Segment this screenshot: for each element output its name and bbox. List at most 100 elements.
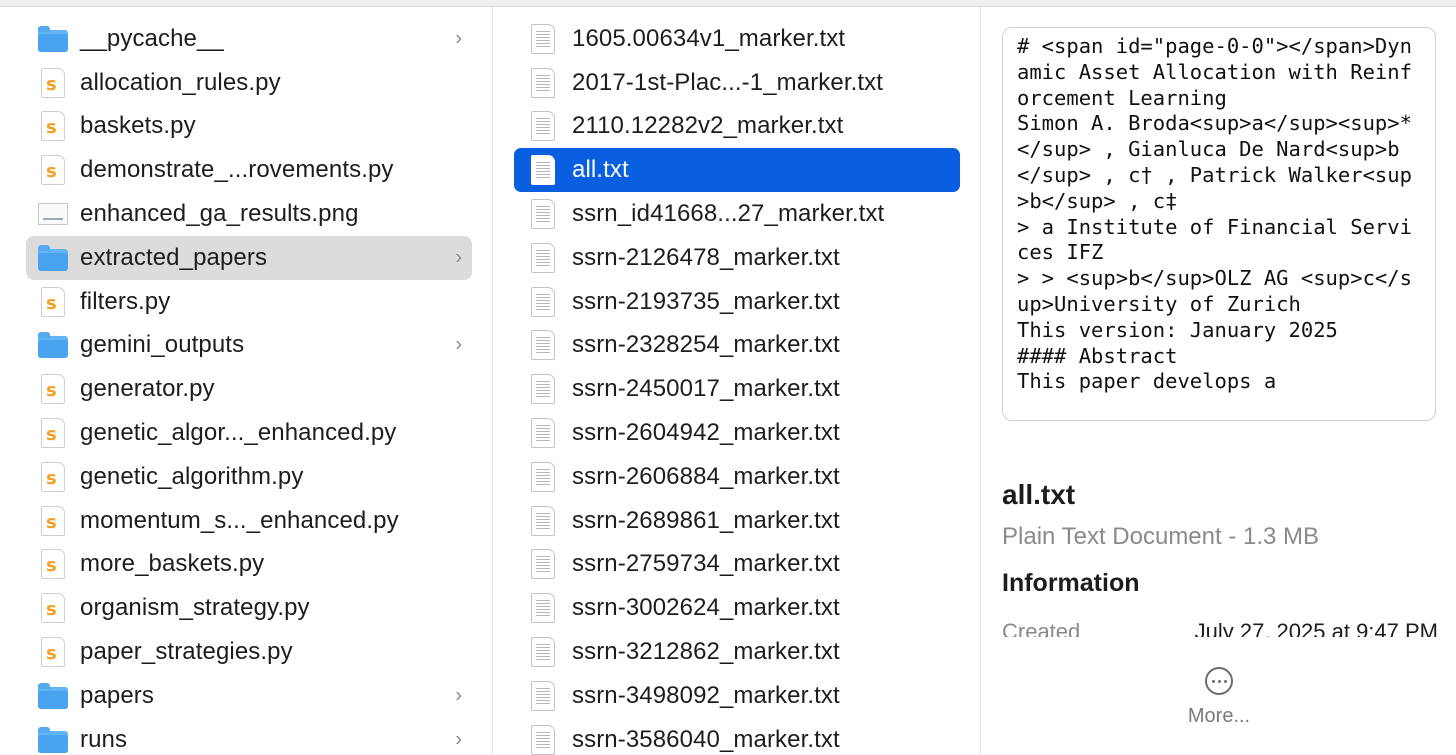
list-item[interactable]: s organism_strategy.py	[26, 586, 472, 630]
list-item[interactable]: s baskets.py	[26, 105, 472, 149]
item-label: ssrn-2606884_marker.txt	[572, 462, 840, 490]
list-item[interactable]: s genetic_algorithm.py	[26, 455, 472, 499]
list-item[interactable]: 1605.00634v1_marker.txt	[514, 17, 960, 61]
item-label: generator.py	[80, 375, 215, 403]
item-label: 1605.00634v1_marker.txt	[572, 24, 846, 52]
list-item[interactable]: s momentum_s..._enhanced.py	[26, 499, 472, 543]
text-file-icon	[528, 680, 558, 711]
chevron-right-icon: ›	[455, 246, 462, 269]
text-file-icon	[528, 505, 558, 536]
item-label: 2110.12282v2_marker.txt	[572, 112, 844, 140]
preview-file-kind-size: Plain Text Document - 1.3 MB	[1002, 523, 1320, 550]
text-file-icon	[528, 637, 558, 668]
list-item[interactable]: gemini_outputs ›	[26, 324, 472, 368]
list-item[interactable]: ssrn-2193735_marker.txt	[514, 280, 960, 324]
more-label: More...	[1187, 705, 1251, 727]
list-item[interactable]: runs ›	[26, 718, 472, 755]
list-item[interactable]: ssrn-2604942_marker.txt	[514, 411, 960, 455]
preview-text: # <span id="page-0-0"></span>Dynamic Ass…	[1017, 34, 1412, 394]
column-extracted-papers[interactable]: 1605.00634v1_marker.txt 2017-1st-Plac...-…	[493, 7, 980, 755]
item-label: ssrn_id41668...27_marker.txt	[572, 200, 885, 228]
file-list-parent: __pycache__ › s allocation_rules.py s baskets…	[0, 17, 492, 755]
image-file-icon	[38, 199, 68, 229]
list-item[interactable]: papers ›	[26, 674, 472, 718]
text-file-icon	[528, 23, 558, 54]
text-file-icon	[528, 242, 558, 273]
list-item[interactable]: enhanced_ga_results.png	[26, 192, 472, 236]
text-file-icon	[528, 67, 558, 98]
info-created-value: July 27, 2025 at 9:47 PM	[1194, 619, 1438, 637]
text-file-icon	[528, 549, 558, 580]
item-label: enhanced_ga_results.png	[80, 200, 359, 228]
list-item[interactable]: 2110.12282v2_marker.txt	[514, 105, 960, 149]
python-file-icon: s	[38, 593, 68, 624]
list-item[interactable]: s filters.py	[26, 280, 472, 324]
ellipsis-circle-icon	[1205, 667, 1233, 695]
item-label: gemini_outputs	[80, 331, 245, 359]
list-item[interactable]: 2017-1st-Plac...-1_marker.txt	[514, 61, 960, 105]
item-label: ssrn-3212862_marker.txt	[572, 638, 840, 666]
chevron-right-icon: ›	[455, 684, 462, 707]
list-item[interactable]: s allocation_rules.py	[26, 61, 472, 105]
list-item[interactable]: s paper_strategies.py	[26, 630, 472, 674]
list-item[interactable]: ssrn-2606884_marker.txt	[514, 455, 960, 499]
python-file-icon: s	[38, 374, 68, 405]
python-file-icon: s	[38, 637, 68, 668]
python-file-icon: s	[38, 505, 68, 536]
text-file-icon	[528, 111, 558, 142]
item-label: genetic_algor..._enhanced.py	[80, 419, 397, 447]
file-list-extracted-papers: 1605.00634v1_marker.txt 2017-1st-Plac...-…	[493, 17, 980, 755]
list-item[interactable]: __pycache__ ›	[26, 17, 472, 61]
text-file-icon	[528, 330, 558, 361]
python-file-icon: s	[38, 418, 68, 449]
list-item[interactable]: ssrn-2759734_marker.txt	[514, 543, 960, 587]
list-item[interactable]: ssrn_id41668...27_marker.txt	[514, 192, 960, 236]
item-label: baskets.py	[80, 112, 196, 140]
text-file-icon	[528, 418, 558, 449]
info-created-label: Created	[1002, 619, 1081, 637]
more-button[interactable]: More...	[1171, 667, 1267, 728]
list-item[interactable]: s generator.py	[26, 367, 472, 411]
item-label: ssrn-2193735_marker.txt	[572, 287, 840, 315]
preview-pane: # <span id="page-0-0"></span>Dynamic Ass…	[981, 7, 1456, 755]
python-file-icon: s	[38, 67, 68, 98]
item-label: extracted_papers	[80, 243, 268, 271]
list-item[interactable]: ssrn-3002624_marker.txt	[514, 586, 960, 630]
folder-icon	[38, 243, 68, 273]
list-item[interactable]: ssrn-2450017_marker.txt	[514, 367, 960, 411]
item-label: more_baskets.py	[80, 550, 265, 578]
list-item[interactable]: s genetic_algor..._enhanced.py	[26, 411, 472, 455]
folder-icon	[38, 330, 68, 360]
list-item[interactable]: all.txt	[514, 148, 960, 193]
item-label: ssrn-2689861_marker.txt	[572, 506, 840, 534]
list-item[interactable]: ssrn-2126478_marker.txt	[514, 236, 960, 280]
item-label: all.txt	[572, 156, 629, 184]
file-preview-thumbnail[interactable]: # <span id="page-0-0"></span>Dynamic Ass…	[1002, 27, 1436, 421]
list-item[interactable]: ssrn-3586040_marker.txt	[514, 718, 960, 755]
text-file-icon	[528, 593, 558, 624]
item-label: papers	[80, 681, 154, 709]
item-label: momentum_s..._enhanced.py	[80, 506, 399, 534]
chevron-right-icon: ›	[455, 333, 462, 356]
text-file-icon	[528, 199, 558, 230]
item-label: ssrn-3002624_marker.txt	[572, 594, 840, 622]
item-label: ssrn-2759734_marker.txt	[572, 550, 840, 578]
folder-icon	[38, 725, 68, 755]
item-label: ssrn-2450017_marker.txt	[572, 375, 840, 403]
list-item[interactable]: ssrn-3212862_marker.txt	[514, 630, 960, 674]
list-item[interactable]: s demonstrate_...rovements.py	[26, 148, 472, 192]
information-heading: Information	[1002, 569, 1140, 597]
python-file-icon: s	[38, 461, 68, 492]
list-item[interactable]: extracted_papers ›	[26, 235, 472, 280]
info-created-row: Created July 27, 2025 at 9:47 PM	[1002, 617, 1438, 637]
column-parent-folder[interactable]: __pycache__ › s allocation_rules.py s baskets…	[0, 7, 492, 755]
item-label: allocation_rules.py	[80, 68, 281, 96]
list-item[interactable]: ssrn-3498092_marker.txt	[514, 674, 960, 718]
text-file-icon	[528, 286, 558, 317]
python-file-icon: s	[38, 286, 68, 317]
folder-icon	[38, 681, 68, 711]
list-item[interactable]: ssrn-2328254_marker.txt	[514, 324, 960, 368]
list-item[interactable]: s more_baskets.py	[26, 543, 472, 587]
list-item[interactable]: ssrn-2689861_marker.txt	[514, 499, 960, 543]
item-label: ssrn-2604942_marker.txt	[572, 419, 840, 447]
